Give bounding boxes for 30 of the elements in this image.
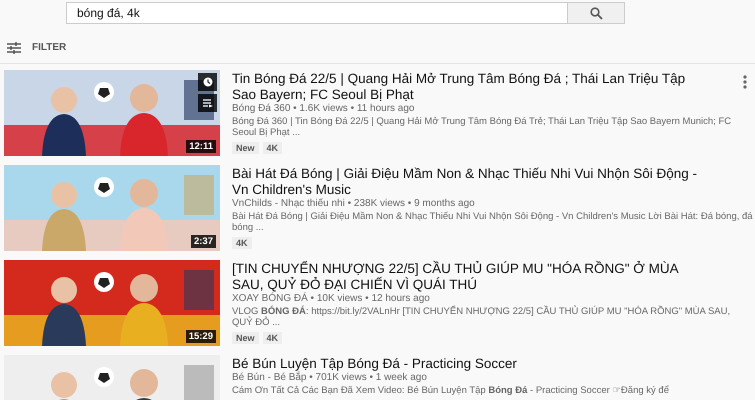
sliders-icon xyxy=(7,42,21,54)
tag-label: 4K xyxy=(232,237,252,249)
filter-button[interactable]: FILTER xyxy=(7,42,66,54)
video-meta: XOAY BÓNG ĐÁ • 10K views • 12 hours ago xyxy=(232,293,431,304)
duration-label: 2:37 xyxy=(190,235,216,248)
duration-label: 15:29 xyxy=(186,330,216,343)
video-meta: Bé Bún - Bé Bắp • 701K views • 1 week ago xyxy=(232,372,428,383)
search-button[interactable] xyxy=(568,2,625,24)
duration-label: 12:11 xyxy=(186,140,216,153)
video-description: Cám Ơn Tất Cả Các Bạn Đã Xem Video: Bé Bún Luyện Tập Bóng Đá - Practicing Soccer ☞Đăng ký để xyxy=(232,385,670,396)
video-description: Bài Hát Đá Bóng | Giải Điệu Mầm Non & Nhạc Thiếu Nhi Vui Nhộn Sôi Động - Vn Children's Music Lời Bài Hát: Đá bóng, đá bóng ... xyxy=(232,211,753,233)
tag-label: New xyxy=(232,142,259,154)
video-title[interactable]: Bài Hát Đá Bóng | Giải Điệu Mầm Non & Nhạc Thiếu Nhi Vui Nhộn Sôi Động - Vn Children's Music xyxy=(232,165,702,198)
video-description: VLOG BÓNG ĐÁ: https://bit.ly/2VALnHr [TIN CHUYỂN NHƯỢNG 22/5] CẦU THỦ GIÚP MU "HÓA RỒNG" MÙA SAU, QUỶ ĐỎ ... xyxy=(232,306,732,328)
search-icon xyxy=(590,6,602,20)
video-title[interactable]: Tin Bóng Đá 22/5 | Quang Hải Mở Trung Tâm Bóng Đá ; Thái Lan Triệu Tập Sao Bayern; FC Seoul Bị Phạt xyxy=(232,70,702,103)
queue-icon xyxy=(202,98,212,108)
tag-label: New xyxy=(232,332,259,344)
video-title[interactable]: [TIN CHUYỂN NHƯỢNG 22/5] CẦU THỦ GIÚP MU "HÓA RỒNG" Ở MÙA SAU, QUỶ ĐỎ ĐẠI CHIẾN VÌ QUÁI THÚ xyxy=(232,260,702,293)
video-meta: Bóng Đá 360 • 1.6K views • 11 hours ago xyxy=(232,103,416,114)
tag-label: 4K xyxy=(262,142,282,154)
more-icon[interactable] xyxy=(743,75,747,89)
clock-icon xyxy=(202,77,212,87)
video-meta: VnChilds - Nhạc thiếu nhi • 238K views • 9 months ago xyxy=(232,198,476,209)
search-field[interactable]: bóng đá, 4k xyxy=(66,2,568,24)
tag-label: 4K xyxy=(262,332,282,344)
add-to-queue-button[interactable] xyxy=(198,94,217,112)
watch-later-button[interactable] xyxy=(198,73,217,91)
video-title[interactable]: Bé Bún Luyện Tập Bóng Đá - Practicing Soccer xyxy=(232,355,517,372)
video-description: Bóng Đá 360 | Tin Bóng Đá 22/5 | Quang Hải Mở Trung Tâm Bóng Đá Trẻ; Thái Lan Triệu Tập Sao Bayern Munich; FC Seoul Bị Phạt ... xyxy=(232,116,732,138)
